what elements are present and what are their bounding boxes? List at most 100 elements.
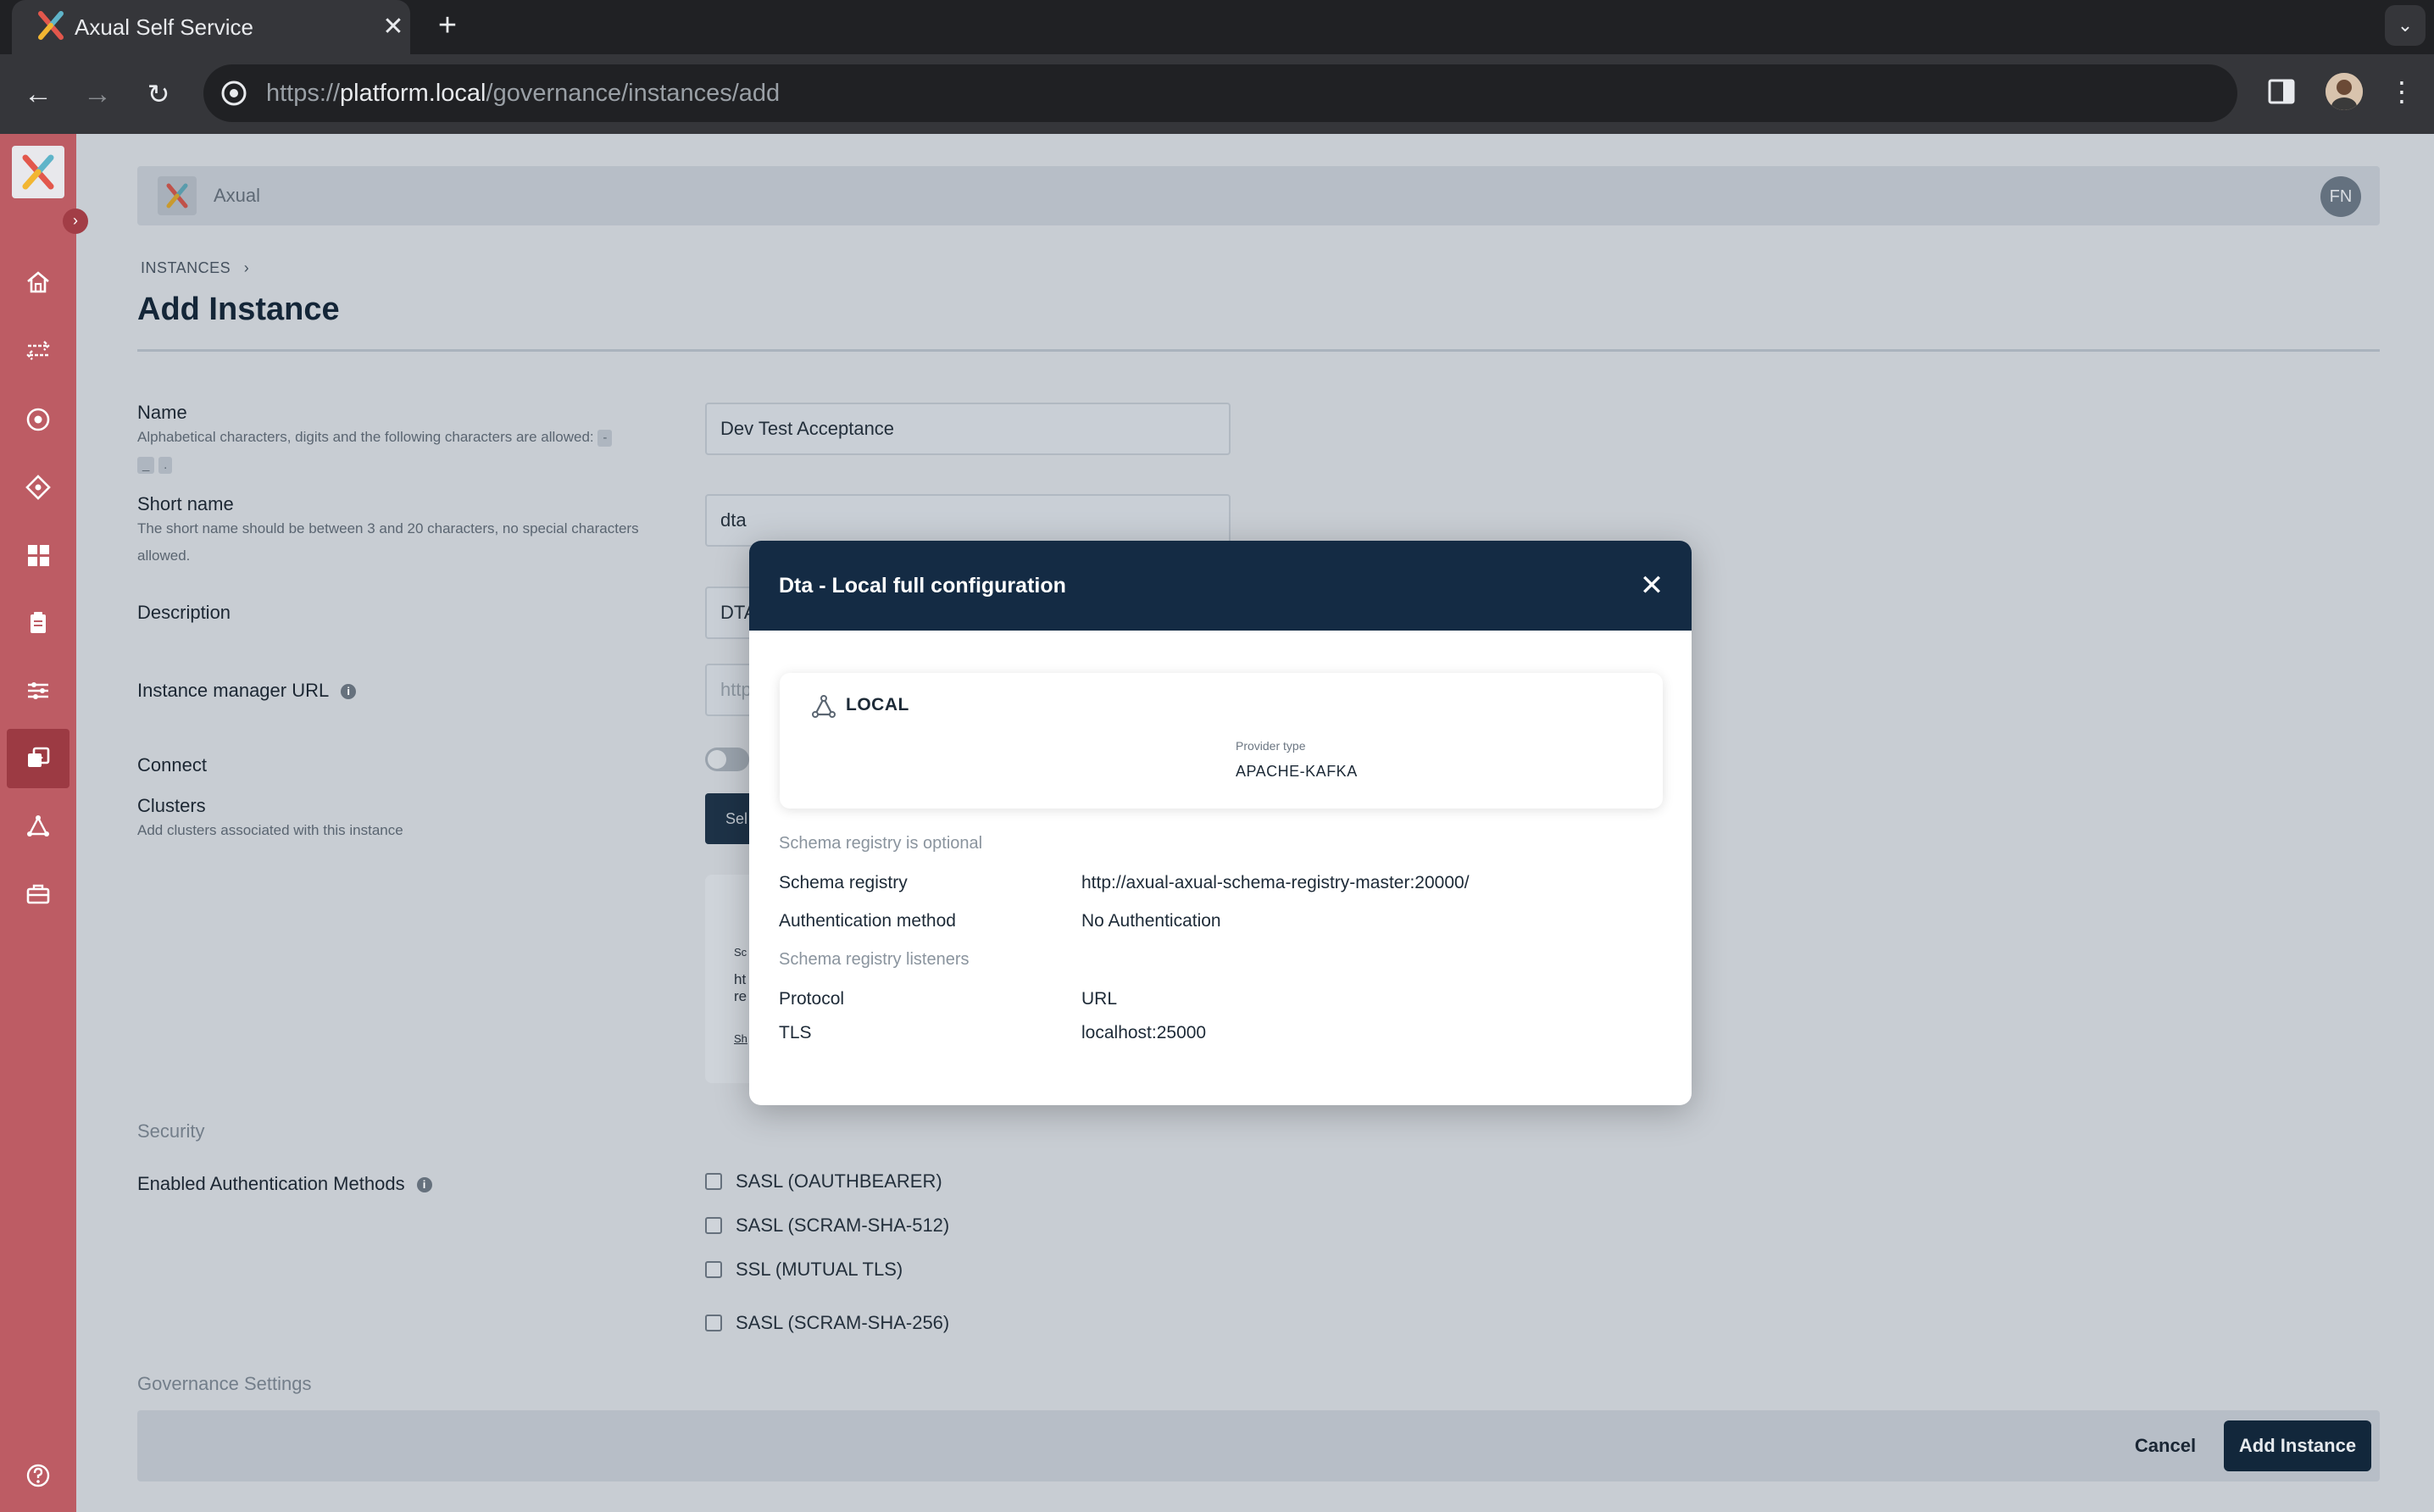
axual-header-logo-icon: [166, 183, 188, 208]
provider-card: LOCAL Provider type APACHE-KAFKA: [780, 673, 1663, 809]
profile-photo-icon: [2326, 73, 2363, 110]
breadcrumb-chevron-icon: ›: [243, 259, 250, 276]
expand-sidebar-chevron-icon[interactable]: ›: [63, 208, 88, 234]
modal-title: Dta - Local full configuration: [779, 574, 1066, 598]
name-help: Alphabetical characters, digits and the …: [137, 424, 680, 478]
tab-search-chevron-icon[interactable]: ⌄: [2385, 5, 2426, 46]
clipboard-icon: [31, 612, 46, 633]
forward-arrow-icon[interactable]: →: [78, 75, 117, 114]
auth-method-mutual-tls[interactable]: SSL (MUTUAL TLS): [705, 1257, 903, 1282]
breadcrumb-instances-link[interactable]: INSTANCES: [141, 259, 231, 276]
sidebar-item-toolbox[interactable]: [7, 864, 69, 924]
instance-manager-url-label-text: Instance manager URL: [137, 680, 330, 701]
name-label: Name: [137, 402, 187, 423]
add-instance-button[interactable]: Add Instance: [2224, 1420, 2371, 1471]
title-divider: [137, 349, 2380, 352]
provider-type-label: Provider type: [1236, 739, 1306, 753]
browser-tab[interactable]: Axual Self Service ✕: [12, 0, 410, 54]
site-info-icon[interactable]: [219, 78, 249, 108]
short-name-input[interactable]: dta: [705, 494, 1231, 547]
short-name-label: Short name: [137, 493, 234, 514]
side-panel-icon[interactable]: [2265, 75, 2298, 108]
clusters-label: Clusters: [137, 795, 206, 816]
dashboard-grid-icon: [28, 545, 49, 566]
listener-protocol-header: Protocol: [779, 989, 845, 1009]
sidebar-item-streams[interactable]: [7, 320, 69, 380]
sliders-icon: [28, 682, 48, 699]
axual-favicon-icon: [38, 11, 64, 40]
auth-method-key: Authentication method: [779, 911, 956, 931]
cluster-card-show-link[interactable]: Sh: [734, 1032, 747, 1045]
close-tab-icon[interactable]: ✕: [375, 8, 412, 46]
listener-url: localhost:25000: [1081, 1023, 1207, 1042]
auth-method-value: No Authentication: [1081, 911, 1221, 931]
schema-registry-key: Schema registry: [779, 873, 908, 892]
auth-methods-label-text: Enabled Authentication Methods: [137, 1173, 405, 1194]
url-path: /governance/instances/add: [486, 80, 781, 107]
modal-header: Dta - Local full configuration ✕: [749, 541, 1692, 631]
sidebar-item-applications[interactable]: [7, 390, 69, 449]
address-bar[interactable]: https://platform.local/governance/instan…: [203, 64, 2237, 122]
browser-tab-strip: Axual Self Service ✕ + ⌄: [0, 0, 2434, 54]
close-icon[interactable]: ✕: [1636, 570, 1668, 602]
cancel-button[interactable]: Cancel: [2119, 1420, 2212, 1471]
cluster-card-fragment: ht: [734, 971, 747, 987]
description-label: Description: [137, 602, 231, 623]
cluster-card-fragment: re: [734, 988, 747, 1004]
sidebar-item-clipboard[interactable]: [7, 593, 69, 653]
sidebar-item-instances[interactable]: [7, 729, 69, 788]
auth-methods-label: Enabled Authentication Methods i: [137, 1173, 432, 1195]
axual-logo[interactable]: [12, 146, 64, 198]
name-help-text: Alphabetical characters, digits and the …: [137, 429, 594, 445]
checkbox[interactable]: [705, 1173, 722, 1190]
app-sidebar: ›: [0, 134, 88, 1512]
allowed-char-chip: _: [137, 457, 155, 474]
page-title: Add Instance: [137, 292, 340, 327]
reload-icon[interactable]: ↻: [139, 75, 178, 114]
sidebar-item-home[interactable]: [7, 253, 69, 312]
listeners-section-title: Schema registry listeners: [779, 950, 970, 969]
short-name-help: The short name should be between 3 and 2…: [137, 520, 639, 564]
allowed-char-chip: .: [158, 457, 173, 474]
header-logo[interactable]: [158, 176, 197, 215]
auth-method-scram-256[interactable]: SASL (SCRAM-SHA-256): [705, 1310, 949, 1336]
auth-method-label: SASL (OAUTHBEARER): [736, 1170, 942, 1192]
schema-optional-note: Schema registry is optional: [779, 834, 983, 853]
name-input[interactable]: Dev Test Acceptance: [705, 403, 1231, 455]
checkbox[interactable]: [705, 1217, 722, 1234]
sidebar-item-help[interactable]: [7, 1446, 69, 1505]
cluster-network-icon: [27, 815, 49, 837]
configuration-modal: Dta - Local full configuration ✕ LOCAL P…: [749, 541, 1692, 1105]
auth-method-oauthbearer[interactable]: SASL (OAUTHBEARER): [705, 1169, 942, 1194]
new-tab-button[interactable]: +: [429, 7, 466, 44]
info-icon[interactable]: i: [416, 1177, 432, 1193]
security-section-title: Security: [137, 1120, 205, 1142]
checkbox[interactable]: [705, 1261, 722, 1278]
sidebar-item-dashboard[interactable]: [7, 525, 69, 585]
home-icon: [27, 271, 49, 293]
info-icon[interactable]: i: [341, 684, 357, 700]
cluster-card-fragment: Sc: [734, 946, 747, 959]
profile-avatar[interactable]: [2326, 73, 2363, 110]
header-brand: Axual: [214, 185, 261, 206]
sidebar-item-settings[interactable]: [7, 661, 69, 720]
sidebar-item-schemas[interactable]: [7, 458, 69, 517]
tab-title: Axual Self Service: [75, 14, 253, 40]
url-text: https://platform.local/governance/instan…: [266, 64, 780, 122]
auth-method-scram-512[interactable]: SASL (SCRAM-SHA-512): [705, 1213, 949, 1238]
toolbox-icon: [26, 884, 50, 904]
listener-url-header: URL: [1081, 989, 1118, 1009]
breadcrumb: INSTANCES ›: [141, 259, 249, 277]
checkbox[interactable]: [705, 1315, 722, 1331]
user-avatar[interactable]: FN: [2320, 176, 2361, 217]
sidebar-item-clusters[interactable]: [7, 797, 69, 856]
app-header: Axual FN: [137, 166, 2380, 225]
clusters-help: Add clusters associated with this instan…: [137, 822, 403, 838]
listener-protocol: TLS: [779, 1023, 812, 1042]
axual-logo-icon: [22, 154, 54, 190]
back-arrow-icon[interactable]: ←: [19, 75, 58, 114]
url-scheme: https://: [266, 80, 341, 107]
allowed-char-chip: -: [597, 430, 613, 447]
connect-toggle[interactable]: [705, 748, 749, 771]
browser-menu-icon[interactable]: ⋮: [2383, 73, 2420, 110]
